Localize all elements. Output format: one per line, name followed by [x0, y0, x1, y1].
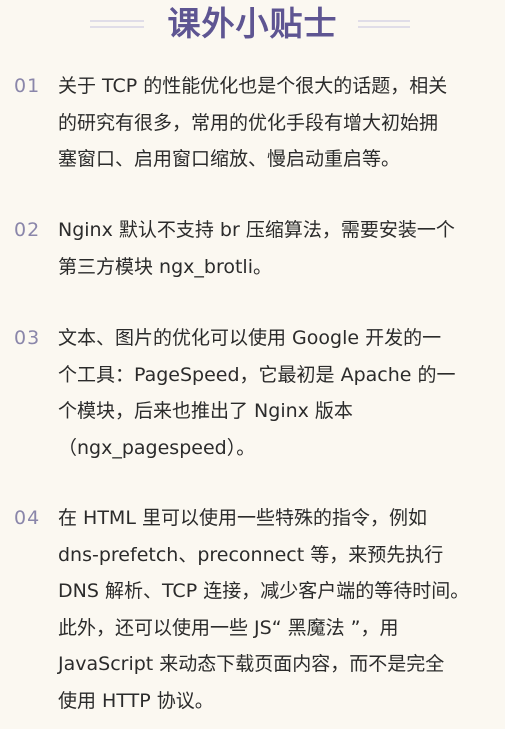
title-divider-right: [358, 20, 410, 28]
tips-card: 课外小贴士 01 关于 TCP 的性能优化也是个很大的话题，相关 的研究有很多，…: [0, 0, 505, 729]
tip-number: 03: [14, 327, 41, 349]
tip-number: 02: [14, 219, 41, 241]
tip-text: 关于 TCP 的性能优化也是个很大的话题，相关 的研究有很多，常用的优化手段有增…: [58, 75, 448, 170]
tip-text: Nginx 默认不支持 br 压缩算法，需要安装一个 第三方模块 ngx_bro…: [58, 219, 455, 278]
tip-number: 04: [14, 507, 41, 529]
tip-number: 01: [14, 75, 41, 97]
tip-text: 文本、图片的优化可以使用 Google 开发的一 个工具：PageSpeed，它…: [58, 327, 456, 459]
tips-header: 课外小贴士: [0, 0, 505, 50]
tips-title: 课外小贴士: [167, 4, 338, 43]
tip-text: 在 HTML 里可以使用一些特殊的指令，例如 dns-prefetch、prec…: [58, 507, 470, 712]
